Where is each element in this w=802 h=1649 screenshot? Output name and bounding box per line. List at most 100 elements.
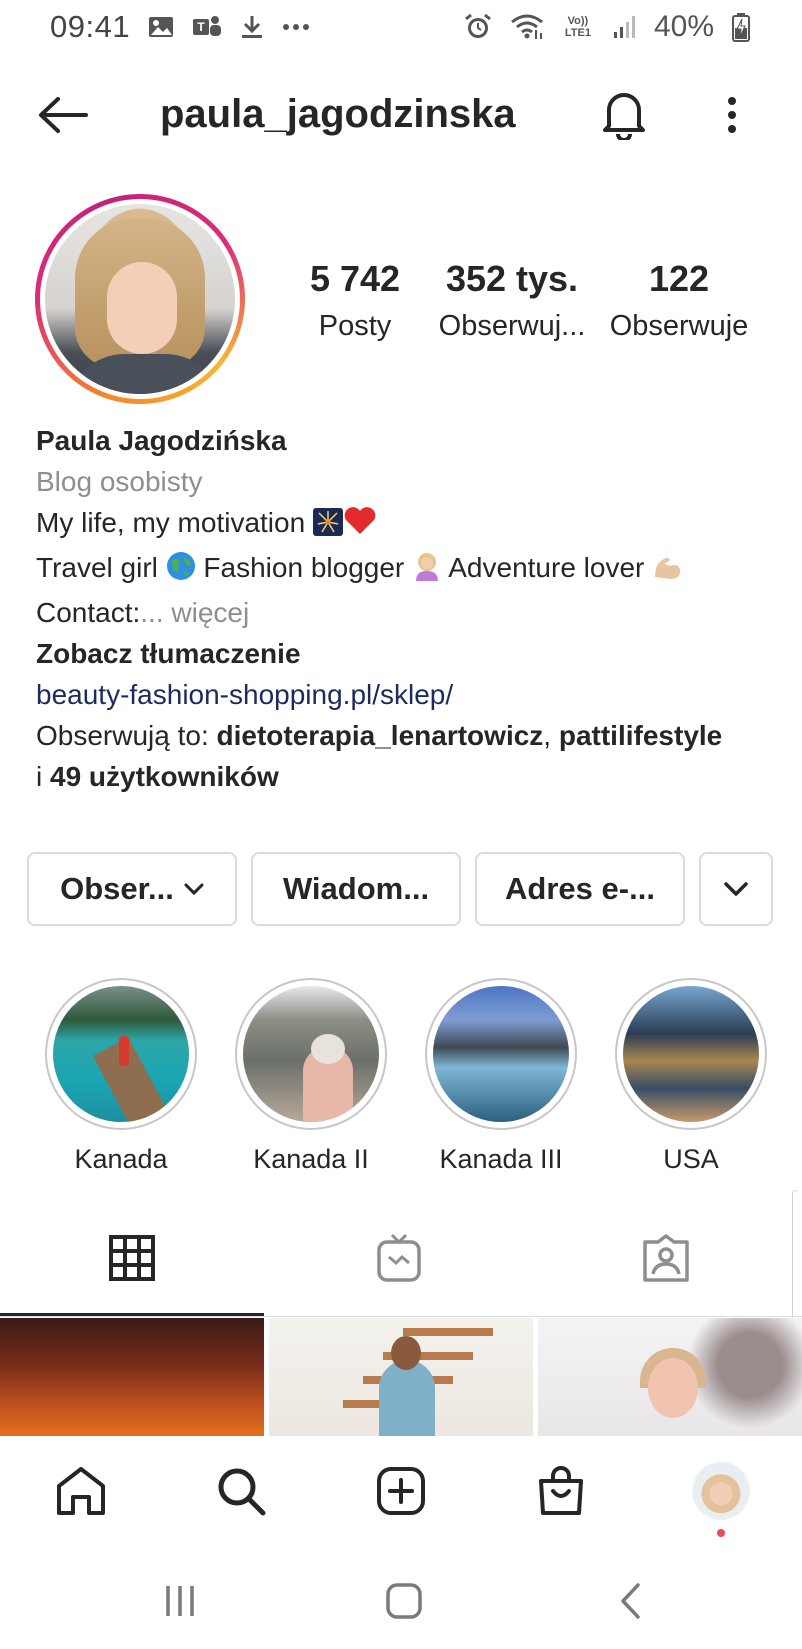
profile-category: Blog osobisty bbox=[36, 466, 203, 497]
search-icon bbox=[218, 1468, 266, 1516]
svg-text:T: T bbox=[197, 20, 205, 34]
followed-by-user-1: dietoterapia_lenartowicz bbox=[216, 720, 544, 751]
highlight-cover bbox=[623, 986, 759, 1122]
highlight-item[interactable]: Kanada bbox=[26, 978, 216, 1175]
status-bar-left: 09:41 T bbox=[50, 9, 310, 45]
posts-grid bbox=[0, 1318, 802, 1436]
bio-line-2: Travel girl Fashion blogger Adventure lo… bbox=[36, 547, 776, 592]
alarm-icon bbox=[464, 13, 492, 41]
nav-profile-button[interactable] bbox=[686, 1456, 756, 1526]
tab-tagged[interactable] bbox=[534, 1200, 798, 1316]
system-back-button[interactable] bbox=[600, 1576, 660, 1626]
see-translation-link[interactable]: Zobacz tłumaczenie bbox=[36, 633, 776, 674]
post-thumbnail[interactable] bbox=[269, 1318, 533, 1436]
recent-apps-button[interactable] bbox=[150, 1576, 210, 1626]
profile-tabs bbox=[0, 1200, 802, 1316]
post-thumbnail[interactable] bbox=[0, 1318, 264, 1436]
bio-line-contact: Contact:... więcej bbox=[36, 592, 776, 633]
highlight-ring bbox=[615, 978, 767, 1130]
signal-icon bbox=[612, 14, 636, 40]
following-button[interactable]: Obser... bbox=[27, 852, 237, 926]
message-button[interactable]: Wiadom... bbox=[251, 852, 461, 926]
stat-followers[interactable]: 352 tys. Obserwuj... bbox=[432, 258, 592, 343]
gallery-icon bbox=[148, 15, 174, 39]
stat-followers-value: 352 tys. bbox=[445, 258, 579, 299]
notification-dot bbox=[717, 1529, 725, 1537]
globe-emoji-icon bbox=[166, 551, 196, 592]
chevron-down-icon bbox=[184, 883, 204, 895]
profile-header: paula_jagodzinska bbox=[0, 80, 802, 150]
highlight-label: USA bbox=[663, 1144, 719, 1174]
highlight-ring bbox=[45, 978, 197, 1130]
profile-avatar bbox=[45, 204, 235, 394]
grid-icon bbox=[109, 1235, 155, 1281]
profile-stats: 5 742 Posty 352 tys. Obserwuj... 122 Obs… bbox=[290, 258, 770, 343]
bottom-navigation bbox=[0, 1436, 802, 1546]
flexed-biceps-emoji-icon bbox=[652, 551, 682, 592]
bell-icon bbox=[603, 93, 645, 140]
wifi-icon bbox=[510, 14, 544, 40]
followed-by-and: i bbox=[36, 761, 50, 792]
highlight-cover bbox=[243, 986, 379, 1122]
email-button[interactable]: Adres e-... bbox=[475, 852, 685, 926]
more-notifications-icon bbox=[282, 23, 310, 31]
system-navigation-bar bbox=[0, 1550, 802, 1649]
nav-shop-button[interactable] bbox=[526, 1456, 596, 1526]
profile-avatar-story-ring[interactable] bbox=[35, 194, 245, 404]
profile-actions: Obser... Wiadom... Adres e-... bbox=[27, 852, 777, 926]
back-button[interactable] bbox=[34, 90, 90, 140]
followed-by-others[interactable]: i 49 użytkowników bbox=[36, 756, 776, 797]
tab-posts-grid[interactable] bbox=[0, 1200, 264, 1316]
igtv-icon bbox=[377, 1233, 421, 1282]
suggested-accounts-button[interactable] bbox=[699, 852, 773, 926]
bio-line-2c: Adventure lover bbox=[442, 552, 653, 583]
stat-following-label: Obserwuje bbox=[609, 310, 749, 342]
bio-website-link[interactable]: beauty-fashion-shopping.pl/sklep/ bbox=[36, 674, 776, 715]
followed-by-count: 49 użytkowników bbox=[50, 761, 279, 792]
highlight-item[interactable]: Kanada III bbox=[406, 978, 596, 1175]
bio-contact-text: Contact: bbox=[36, 597, 141, 628]
nav-new-post-button[interactable] bbox=[366, 1456, 436, 1526]
highlight-label: Kanada bbox=[74, 1144, 168, 1174]
profile-bio: Paula Jagodzińska Blog osobisty My life,… bbox=[36, 420, 776, 797]
highlight-cover bbox=[433, 986, 569, 1122]
email-button-label: Adres e-... bbox=[505, 871, 655, 906]
teams-icon: T bbox=[192, 14, 222, 40]
nav-home-button[interactable] bbox=[46, 1456, 116, 1526]
bio-line-2b: Fashion blogger bbox=[195, 552, 413, 583]
highlight-item[interactable]: Kanada II bbox=[216, 978, 406, 1175]
nav-search-button[interactable] bbox=[206, 1456, 276, 1526]
highlight-cover bbox=[53, 986, 189, 1122]
bio-line-1: My life, my motivation bbox=[36, 502, 776, 547]
story-highlights: Kanada Kanada II Kanada III USA bbox=[26, 978, 786, 1175]
chevron-left-icon bbox=[621, 1583, 640, 1619]
more-options-button[interactable] bbox=[710, 90, 754, 140]
profile-full-name: Paula Jagodzińska bbox=[36, 425, 287, 456]
fireworks-emoji-icon bbox=[312, 506, 343, 547]
tab-divider bbox=[0, 1316, 802, 1317]
back-arrow-icon bbox=[39, 97, 88, 133]
highlight-label: Kanada III bbox=[439, 1144, 563, 1174]
bio-more-link[interactable]: ... więcej bbox=[140, 597, 249, 628]
download-icon bbox=[240, 14, 264, 40]
stat-following[interactable]: 122 Obserwuje bbox=[604, 258, 754, 343]
highlight-ring bbox=[425, 978, 577, 1130]
tab-igtv[interactable] bbox=[267, 1200, 531, 1316]
post-thumbnail[interactable] bbox=[538, 1318, 802, 1436]
system-home-button[interactable] bbox=[374, 1576, 434, 1626]
followed-by[interactable]: Obserwują to: dietoterapia_lenartowicz, … bbox=[36, 715, 776, 756]
woman-tipping-hand-emoji-icon bbox=[412, 551, 442, 592]
home-square-icon bbox=[386, 1583, 422, 1619]
stat-posts-value: 5 742 bbox=[309, 258, 401, 299]
red-heart-emoji-icon bbox=[343, 506, 377, 547]
recent-apps-icon bbox=[166, 1586, 194, 1616]
followed-by-separator: , bbox=[543, 720, 559, 751]
status-bar-right: Vo)) LTE1 40% bbox=[464, 10, 750, 44]
followed-by-user-2: pattilifestyle bbox=[558, 720, 723, 751]
highlight-label: Kanada II bbox=[253, 1144, 369, 1174]
notifications-button[interactable] bbox=[596, 84, 652, 144]
highlight-item[interactable]: USA bbox=[596, 978, 786, 1175]
status-bar: 09:41 T Vo)) LTE1 40% bbox=[0, 0, 802, 54]
stat-posts[interactable]: 5 742 Posty bbox=[290, 258, 420, 343]
stat-followers-label: Obserwuj... bbox=[438, 310, 586, 342]
